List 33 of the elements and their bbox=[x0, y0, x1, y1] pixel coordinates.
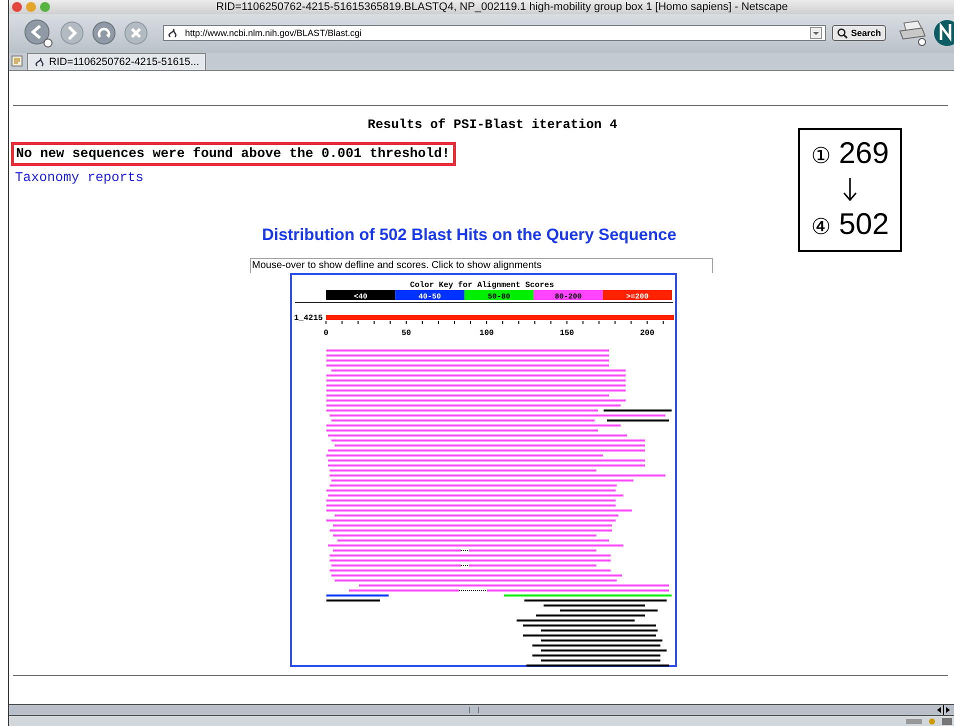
axis-label: 150 bbox=[560, 328, 574, 338]
axis-label: 100 bbox=[479, 328, 494, 338]
circled-number: ① bbox=[811, 142, 831, 171]
hit-count: 269 bbox=[838, 136, 889, 172]
reload-button[interactable] bbox=[91, 20, 117, 46]
bookmark-icon[interactable] bbox=[11, 55, 23, 68]
close-icon[interactable] bbox=[12, 2, 22, 12]
threshold-notice: No new sequences were found above the 0.001 threshold! bbox=[11, 142, 456, 166]
axis-label: 200 bbox=[640, 328, 654, 338]
printer-icon[interactable] bbox=[898, 19, 928, 48]
axis-label: 50 bbox=[402, 328, 412, 338]
browser-tab[interactable]: RID=1106250762-4215-51615... bbox=[27, 52, 206, 70]
horizontal-scrollbar[interactable] bbox=[9, 704, 954, 716]
address-field[interactable]: http://www.ncbi.nlm.nih.gov/BLAST/Blast.cgi bbox=[163, 25, 826, 42]
search-button[interactable]: Search bbox=[832, 25, 886, 42]
color-key-title: Color Key for Alignment Scores bbox=[410, 280, 554, 290]
search-icon bbox=[836, 28, 848, 39]
hint-field[interactable]: Mouse-over to show defline and scores. Click to show alignments bbox=[250, 258, 713, 273]
down-arrow-icon bbox=[843, 178, 857, 202]
circled-number: ④ bbox=[811, 214, 831, 242]
distribution-title: Distribution of 502 Blast Hits on the Query Sequence bbox=[262, 226, 676, 245]
axis-label: 0 bbox=[324, 328, 328, 338]
forward-button[interactable] bbox=[59, 20, 85, 46]
dropdown-icon[interactable] bbox=[810, 27, 822, 40]
status-icon bbox=[904, 716, 954, 726]
taxonomy-link[interactable]: Taxonomy reports bbox=[15, 170, 144, 186]
stop-button[interactable] bbox=[123, 20, 149, 46]
query-label: 1_4215 bbox=[294, 314, 323, 323]
results-heading: Results of PSI-Blast iteration 4 bbox=[366, 116, 618, 132]
window-title: RID=1106250762-4215-51615365819.BLASTQ4, NP_002119.1 high-mobility group box 1 [Homo sapiens] - Netscape bbox=[215, 0, 789, 13]
hit-count: 502 bbox=[838, 206, 889, 243]
back-button[interactable] bbox=[23, 18, 53, 48]
logo-icon[interactable] bbox=[932, 18, 954, 48]
